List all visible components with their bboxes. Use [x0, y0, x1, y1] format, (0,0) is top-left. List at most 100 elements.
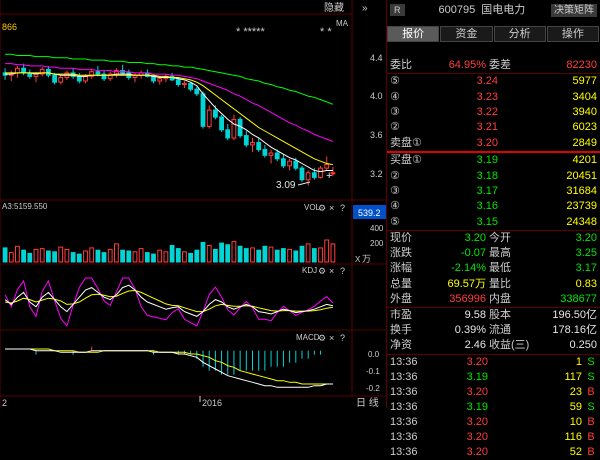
quote-tabs: 报价 资金 分析 操作: [387, 26, 600, 42]
ask-volume: 5977: [572, 75, 597, 88]
r-badge[interactable]: R: [390, 4, 405, 16]
kline-chart-area[interactable]: 866 隐藏 » MA * ***** * * 4.4 4.0 3.6 3.2 …: [0, 0, 386, 409]
kdj-help-icon[interactable]: ?: [340, 266, 345, 276]
stock-header: R 600795 国电电力 决策矩阵: [387, 0, 600, 20]
volume-bar: [243, 248, 249, 263]
hide-arrow-icon[interactable]: »: [362, 3, 368, 14]
bid-volume: 4201: [572, 154, 597, 167]
period-label[interactable]: 日 线: [356, 396, 379, 409]
weicha-label: 委差: [489, 59, 511, 71]
ask-row[interactable]: ② 3.21 6023: [387, 120, 600, 135]
tick-row[interactable]: 13:36 3.19 59 S: [387, 400, 600, 415]
volume-bar: [299, 245, 305, 263]
chart-svg[interactable]: 866 隐藏 » MA * ***** * * 4.4 4.0 3.6 3.2 …: [0, 0, 386, 409]
volume-bar: [21, 249, 27, 263]
tab-analysis[interactable]: 分析: [493, 26, 546, 42]
kdj-settings-icon[interactable]: ⚙: [318, 266, 326, 276]
bid-row[interactable]: ② 3.18 20451: [387, 169, 600, 184]
tab-quote[interactable]: 报价: [387, 26, 440, 42]
candle-body: [182, 82, 187, 86]
candle-body: [194, 88, 200, 95]
volume-bar: [163, 251, 169, 263]
tick-row[interactable]: 13:36 3.20 10 B: [387, 415, 600, 430]
ask-row[interactable]: ④ 3.23 3404: [387, 90, 600, 105]
quote-row: 涨跌 -0.07 最高 3.25: [387, 246, 600, 261]
tick-list[interactable]: 13:36 3.20 1 S 13:36 3.19 117 S 13:36 3.20 23 B 13:3…: [387, 355, 600, 460]
bid-row[interactable]: 买盘① 3.19 4201: [387, 153, 600, 168]
sell-book: ⑤ 3.24 5977 ④ 3.23 3404 ③ 3.22 3940 ② 3.21 6023 卖盘① 3…: [387, 74, 600, 151]
quote-label: 今开: [489, 232, 511, 245]
candle-body: [200, 93, 206, 127]
tick-row[interactable]: 13:36 3.19 117 S: [387, 370, 600, 385]
tick-price: 3.20: [466, 415, 488, 428]
kdj-close-icon[interactable]: ×: [329, 266, 334, 276]
crosshair-cursor-icon: +: [326, 170, 332, 182]
vol-box-value: 539.2: [358, 208, 381, 218]
price-tick-label: 4.4: [370, 53, 383, 63]
bid-volume: 20451: [566, 169, 597, 182]
fundamental-label: 净资: [390, 339, 412, 352]
x-axis-label: 2: [2, 398, 7, 408]
fundamental-label: 流通: [489, 324, 511, 337]
candle-body: [219, 116, 224, 131]
candle-body: [213, 109, 218, 118]
volume-bar: [95, 249, 101, 263]
tick-volume: 59: [569, 400, 582, 413]
decision-matrix-button[interactable]: 决策矩阵: [551, 3, 597, 17]
vol-settings-icon[interactable]: ⚙: [318, 203, 326, 213]
fundamental-row: 净资 2.46 收益(三) 0.250: [387, 338, 600, 353]
kdj-j-line: [4, 277, 334, 328]
tick-time: 13:36: [390, 430, 418, 443]
macd-help-icon[interactable]: ?: [340, 333, 345, 343]
candle-body: [225, 129, 231, 139]
candle-body: [274, 152, 280, 160]
hide-label[interactable]: 隐藏: [324, 2, 344, 14]
ask-row[interactable]: 卖盘① 3.20 2849: [387, 136, 600, 151]
macd-close-icon[interactable]: ×: [329, 333, 334, 343]
candle-body: [256, 142, 262, 151]
volume-bar: [33, 248, 39, 263]
ask-row[interactable]: ⑤ 3.24 5977: [387, 74, 600, 89]
candle-body: [76, 75, 82, 82]
tick-row[interactable]: 13:36 3.20 23 B: [387, 385, 600, 400]
kdj-layer: [4, 277, 334, 328]
ask-price: 3.24: [476, 75, 498, 88]
macd-tick-label: -0.1: [366, 367, 380, 376]
tick-price: 3.20: [466, 430, 488, 443]
weicha-value: 82230: [566, 59, 597, 71]
tick-row[interactable]: 13:36 3.20 116 B: [387, 430, 600, 445]
candle-body: [311, 172, 317, 178]
bid-level-label: ③: [390, 184, 400, 197]
bid-row[interactable]: ④ 3.16 23739: [387, 199, 600, 214]
candle-body: [281, 158, 286, 167]
bid-level-label: ⑤: [390, 215, 400, 228]
vol-close-icon[interactable]: ×: [329, 203, 334, 213]
candle-body: [287, 160, 293, 167]
bid-row[interactable]: ⑤ 3.15 24348: [387, 215, 600, 230]
tick-row[interactable]: 13:36 3.20 52 B: [387, 445, 600, 460]
quote-value: 0.83: [575, 277, 597, 290]
volume-layer: [2, 239, 336, 263]
ask-row[interactable]: ③ 3.22 3940: [387, 105, 600, 120]
macd-settings-icon[interactable]: ⚙: [318, 333, 326, 343]
tick-volume: 117: [564, 370, 582, 383]
vol-tick-label: 200: [370, 239, 384, 248]
quote-value: -2.14%: [451, 262, 486, 275]
quote-value: 3.17: [575, 262, 597, 275]
tick-side: B: [587, 385, 595, 398]
ask-level-label: ②: [390, 121, 400, 134]
weibi-pct: 64.95%: [448, 59, 486, 71]
fundamental-label: 收益(三): [489, 339, 530, 352]
candle-body: [262, 149, 268, 156]
tick-row[interactable]: 13:36 3.20 1 S: [387, 355, 600, 370]
volume-bar: [89, 247, 95, 263]
candle-body: [206, 109, 212, 127]
top-left-value: 866: [2, 22, 17, 32]
tick-volume: 1: [575, 355, 582, 368]
quote-value: 3.20: [464, 232, 486, 245]
bid-row[interactable]: ③ 3.17 31684: [387, 184, 600, 199]
tab-capital[interactable]: 资金: [440, 26, 493, 42]
tab-operation[interactable]: 操作: [546, 26, 599, 42]
vol-help-icon[interactable]: ?: [340, 203, 345, 213]
volume-bar: [46, 250, 51, 263]
